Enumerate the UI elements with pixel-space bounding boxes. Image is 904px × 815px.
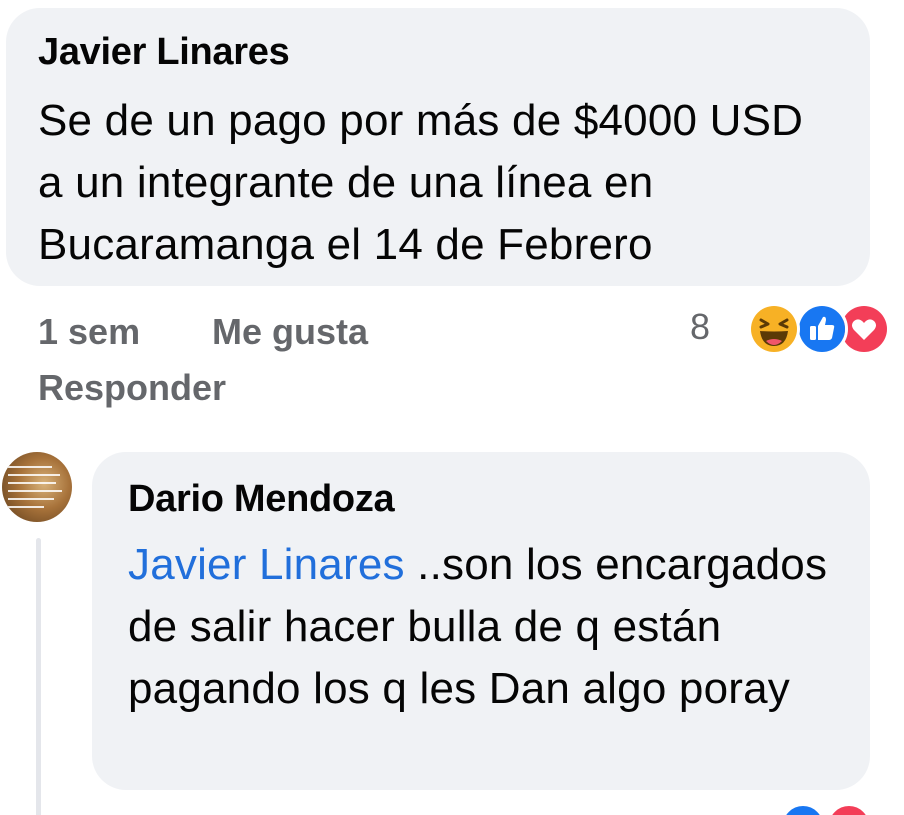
reaction-count: 8 (690, 306, 711, 347)
like-icon (796, 303, 849, 355)
reaction-summary[interactable]: 8 (690, 302, 891, 355)
comment-thread: Javier Linares Se de un pago por más de … (0, 0, 904, 815)
reply-author[interactable]: Dario Mendoza (128, 478, 395, 521)
reaction-icons (716, 302, 891, 355)
mention-link[interactable]: Javier Linares (128, 540, 405, 589)
comment-timestamp[interactable]: 1 sem (38, 311, 212, 353)
comment-author[interactable]: Javier Linares (38, 31, 290, 74)
reply-text: Javier Linares ..son los encargados de s… (128, 534, 848, 720)
comment-text: Se de un pago por más de $4000 USD a un … (38, 96, 804, 269)
thread-line (36, 538, 41, 815)
love-icon (826, 803, 872, 815)
comment-actions: 1 sem Me gusta (38, 308, 368, 356)
reply-button[interactable]: Responder (38, 367, 226, 409)
like-button[interactable]: Me gusta (212, 311, 368, 353)
avatar[interactable] (2, 452, 72, 522)
haha-icon (748, 303, 801, 355)
like-icon (780, 803, 826, 815)
